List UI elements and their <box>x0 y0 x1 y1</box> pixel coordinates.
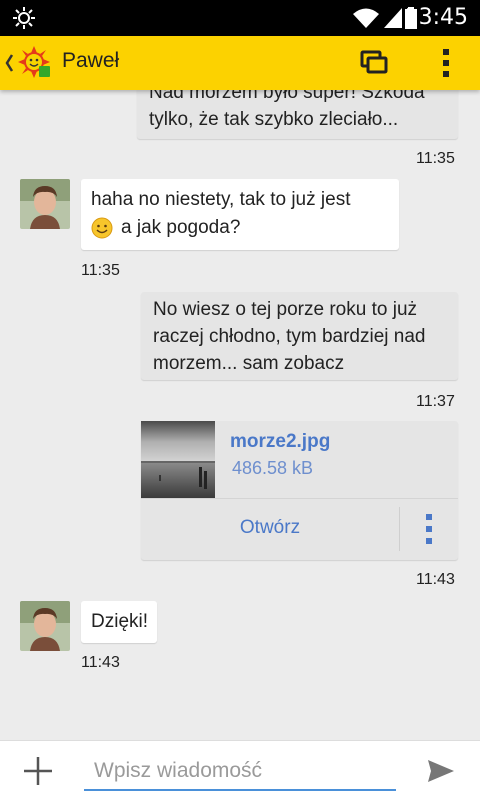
signal-icon <box>382 6 404 30</box>
message-bubble-incoming[interactable]: Dzięki! <box>81 601 157 643</box>
message-time: 11:35 <box>416 150 455 167</box>
open-file-button[interactable]: Otwórz <box>141 499 399 560</box>
status-bar: 13:45 <box>0 0 480 36</box>
back-button[interactable] <box>0 36 56 90</box>
file-size: 486.58 kB <box>232 458 314 478</box>
overflow-menu-button[interactable] <box>428 44 464 82</box>
message-bubble-outgoing[interactable]: No wiesz o tej porze roku to już raczej … <box>141 292 458 380</box>
switch-window-button[interactable] <box>352 44 396 82</box>
message-line: haha no niestety, tak to już jest <box>91 189 351 210</box>
file-name[interactable]: morze2.jpg <box>230 431 330 453</box>
conversation-title: Paweł <box>62 49 120 72</box>
message-line: raczej chłodno, tym bardziej nad <box>153 326 426 347</box>
message-composer <box>0 740 480 800</box>
message-time: 11:43 <box>416 571 455 588</box>
message-bubble-incoming[interactable]: haha no niestety, tak to już jest a jak … <box>81 179 399 250</box>
avatar[interactable] <box>20 601 70 651</box>
smile-emoji-icon <box>91 217 113 239</box>
wifi-icon <box>352 6 380 30</box>
add-attachment-button[interactable] <box>18 753 58 789</box>
message-line: morzem... sam zobacz <box>153 353 345 374</box>
switch-window-icon <box>352 50 396 86</box>
message-input[interactable] <box>84 751 396 791</box>
overflow-menu-icon <box>428 49 464 86</box>
file-options-icon <box>400 514 458 564</box>
message-line: No wiesz o tej porze roku to już <box>153 299 418 320</box>
message-time: 11:37 <box>416 393 455 410</box>
app-logo-icon <box>16 44 52 80</box>
file-attachment-card: morze2.jpg 486.58 kB Otwórz <box>141 421 458 560</box>
avatar[interactable] <box>20 179 70 229</box>
back-chevron-icon <box>4 51 14 75</box>
file-thumbnail[interactable] <box>141 421 215 498</box>
file-options-button[interactable] <box>400 499 458 560</box>
message-line: Dzięki! <box>91 611 149 632</box>
message-time: 11:43 <box>81 654 120 671</box>
app-bar: Paweł <box>0 36 480 90</box>
send-button[interactable] <box>420 753 460 789</box>
send-icon <box>420 760 460 793</box>
message-line: tylko, że tak szybko zleciało... <box>149 109 399 130</box>
open-file-label: Otwórz <box>239 517 301 538</box>
app-notification-icon <box>12 6 36 30</box>
status-time: 13:45 <box>404 5 468 30</box>
message-time: 11:35 <box>81 262 120 279</box>
add-icon <box>18 757 58 793</box>
message-line: a jak pogoda? <box>121 217 241 238</box>
